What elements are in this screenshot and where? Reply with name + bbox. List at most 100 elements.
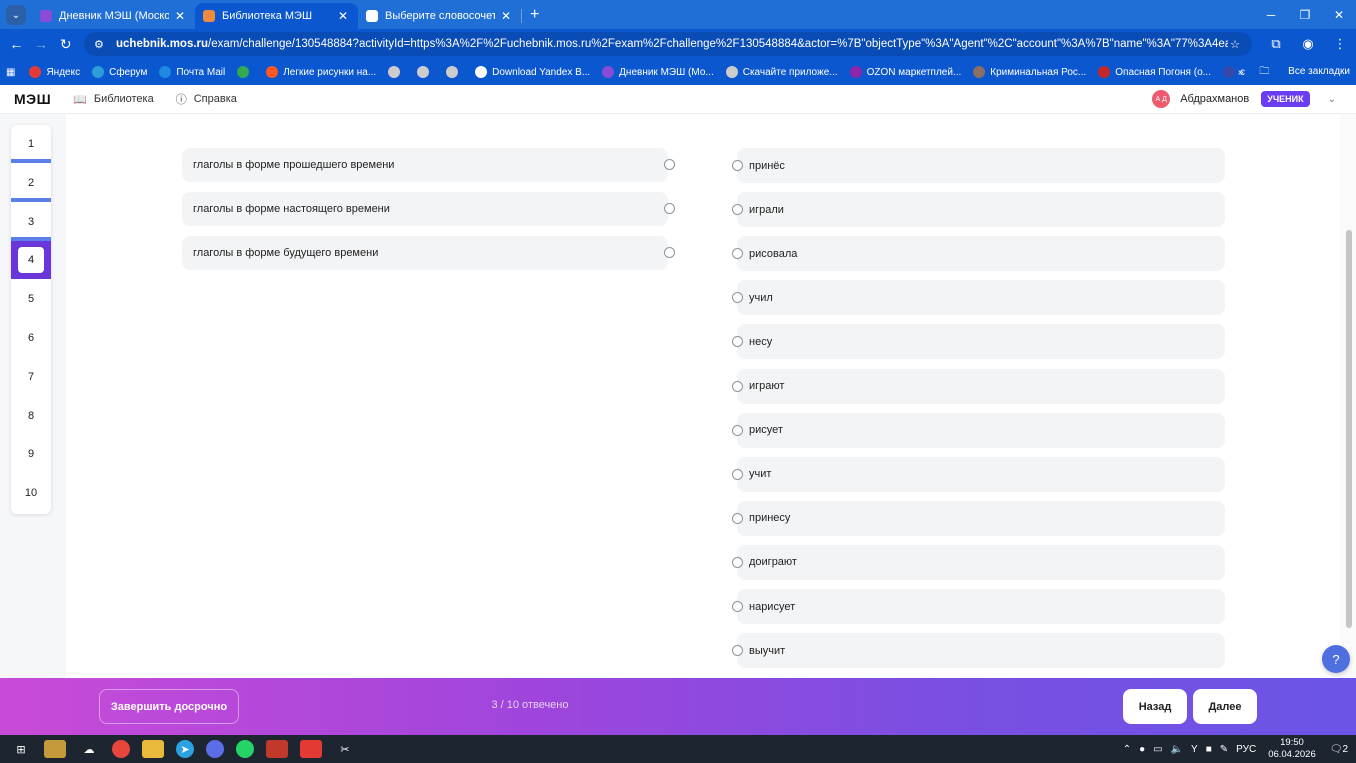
help-button[interactable]: ?: [1322, 645, 1350, 673]
match-connector-dot[interactable]: [732, 601, 743, 612]
profile-icon[interactable]: ◉: [1292, 36, 1324, 52]
bookmark-item[interactable]: OZON маркетплей...: [849, 66, 961, 78]
match-right-item[interactable]: нарисует: [737, 589, 1225, 624]
yandex-tray-icon[interactable]: Y: [1191, 744, 1198, 755]
bookmark-item[interactable]: Сферум: [92, 66, 147, 78]
question-nav-item[interactable]: 4: [11, 241, 51, 280]
extensions-icon[interactable]: ⧉: [1260, 36, 1292, 52]
notifications-icon[interactable]: 🗨2: [1330, 744, 1348, 755]
question-nav-item[interactable]: 10: [11, 474, 51, 512]
chrome-icon[interactable]: [112, 740, 130, 758]
restore-icon[interactable]: ❐: [1288, 0, 1322, 29]
clock[interactable]: 19:50 06.04.2026: [1268, 737, 1316, 761]
back-button[interactable]: Назад: [1123, 689, 1187, 724]
mesh-logo[interactable]: МЭШ: [14, 91, 51, 107]
all-bookmarks-folder[interactable]: 🗀 Все закладки: [1259, 64, 1350, 81]
match-right-item[interactable]: несу: [737, 324, 1225, 360]
match-connector-dot[interactable]: [664, 247, 675, 258]
match-connector-dot[interactable]: [664, 203, 675, 214]
question-nav-item[interactable]: 9: [11, 435, 51, 473]
match-connector-dot[interactable]: [732, 380, 743, 392]
browser-tab-3[interactable]: Выберите словосочетание, в к ✕: [358, 3, 521, 29]
question-nav-item[interactable]: 3: [11, 203, 51, 241]
match-right-item[interactable]: учит: [737, 456, 1225, 492]
match-right-item[interactable]: выучит: [737, 633, 1225, 669]
question-nav-item[interactable]: 2: [11, 164, 51, 202]
windows-start-icon[interactable]: ⊞: [10, 740, 32, 758]
match-connector-dot[interactable]: [732, 556, 743, 568]
whatsapp-icon[interactable]: [236, 740, 254, 758]
network-icon[interactable]: ▭: [1153, 744, 1162, 755]
telegram-icon[interactable]: ➤: [176, 740, 194, 758]
tab-search-button[interactable]: ⌄: [6, 5, 26, 25]
bookmark-item[interactable]: Дневник МЭШ (Мо...: [602, 66, 714, 78]
bookmark-star-icon[interactable]: ☆: [1228, 37, 1242, 51]
tool-icon[interactable]: ✂: [334, 740, 356, 758]
match-connector-dot[interactable]: [664, 159, 675, 170]
chevron-down-icon[interactable]: ⌄: [1328, 94, 1336, 105]
nav-help[interactable]: ⓘ Справка: [176, 91, 237, 107]
question-nav-item[interactable]: 6: [11, 319, 51, 357]
close-window-icon[interactable]: ✕: [1322, 0, 1356, 29]
question-nav-item[interactable]: 1: [11, 125, 51, 163]
reload-icon[interactable]: ↻: [53, 36, 78, 53]
match-connector-dot[interactable]: [732, 424, 743, 436]
bookmark-item[interactable]: Опасная Погоня (о...: [1098, 66, 1211, 78]
archive-icon[interactable]: [266, 740, 288, 758]
close-icon[interactable]: ✕: [499, 9, 513, 23]
browser-tab-2[interactable]: Библиотека МЭШ ✕: [195, 3, 358, 29]
match-right-item[interactable]: играют: [737, 368, 1225, 404]
question-nav-item[interactable]: 8: [11, 397, 51, 435]
new-tab-button[interactable]: +: [530, 6, 539, 24]
browser-tab-1[interactable]: Дневник МЭШ (Московская э ✕: [32, 3, 195, 29]
match-right-item[interactable]: принёс: [737, 148, 1225, 183]
nav-library[interactable]: 📖 Библиотека: [73, 93, 154, 106]
file-manager-icon[interactable]: [44, 740, 66, 758]
match-right-item[interactable]: доиграют: [737, 544, 1225, 580]
messenger-icon[interactable]: [206, 740, 224, 758]
bookmark-item[interactable]: [417, 66, 434, 78]
more-bookmarks-icon[interactable]: »: [1238, 67, 1244, 78]
close-icon[interactable]: ✕: [336, 9, 350, 23]
bookmark-item[interactable]: [388, 66, 405, 78]
match-right-item[interactable]: играли: [737, 192, 1225, 228]
match-connector-dot[interactable]: [732, 468, 743, 480]
match-right-item[interactable]: принесу: [737, 500, 1225, 536]
volume-icon[interactable]: 🔈: [1171, 744, 1183, 755]
match-left-item[interactable]: глаголы в форме настоящего времени: [182, 192, 668, 226]
question-nav-item[interactable]: 7: [11, 358, 51, 396]
minimize-icon[interactable]: ─: [1254, 0, 1288, 29]
match-right-item[interactable]: рисовала: [737, 236, 1225, 272]
close-icon[interactable]: ✕: [173, 9, 187, 23]
scrollbar-thumb[interactable]: [1346, 230, 1352, 628]
tray-app2-icon[interactable]: ■: [1206, 744, 1212, 755]
bookmark-item[interactable]: Download Yandex B...: [475, 66, 590, 78]
cloud-app-icon[interactable]: ☁: [78, 740, 100, 758]
match-right-item[interactable]: учил: [737, 280, 1225, 316]
folder-icon[interactable]: [142, 740, 164, 758]
match-connector-dot[interactable]: [732, 160, 743, 171]
tray-app-icon[interactable]: ●: [1139, 744, 1145, 755]
tray-chevron-icon[interactable]: ⌃: [1123, 744, 1131, 755]
site-info-icon[interactable]: ⚙: [94, 38, 110, 51]
language-indicator[interactable]: РУС: [1236, 744, 1256, 755]
next-button[interactable]: Далее: [1193, 689, 1257, 724]
menu-kebab-icon[interactable]: ⋮: [1324, 36, 1356, 52]
finish-early-button[interactable]: Завершить досрочно: [99, 689, 239, 724]
match-left-item[interactable]: глаголы в форме будущего времени: [182, 236, 668, 270]
match-right-item[interactable]: рисует: [737, 412, 1225, 448]
bookmark-item[interactable]: [237, 66, 254, 78]
bookmark-item[interactable]: Легкие рисунки на...: [266, 66, 376, 78]
user-menu[interactable]: А Д Абдрахманов УЧЕНИК ⌄: [1152, 90, 1336, 108]
match-connector-dot[interactable]: [732, 512, 743, 524]
match-left-item[interactable]: глаголы в форме прошедшего времени: [182, 148, 668, 182]
question-nav-item[interactable]: 5: [11, 280, 51, 318]
pen-icon[interactable]: ✎: [1220, 744, 1228, 755]
bookmark-item[interactable]: Яндекс: [29, 66, 80, 78]
bookmark-item[interactable]: Почта Mail: [159, 66, 225, 78]
forward-arrow-icon[interactable]: →: [29, 36, 54, 52]
kinopoisk-icon[interactable]: [300, 740, 322, 758]
url-input[interactable]: ⚙ uchebnik.mos.ru/exam/challenge/1305488…: [84, 32, 1253, 56]
bookmark-item[interactable]: Скачайте приложе...: [725, 66, 838, 78]
bookmark-item[interactable]: Криминальная Рос...: [973, 66, 1086, 78]
